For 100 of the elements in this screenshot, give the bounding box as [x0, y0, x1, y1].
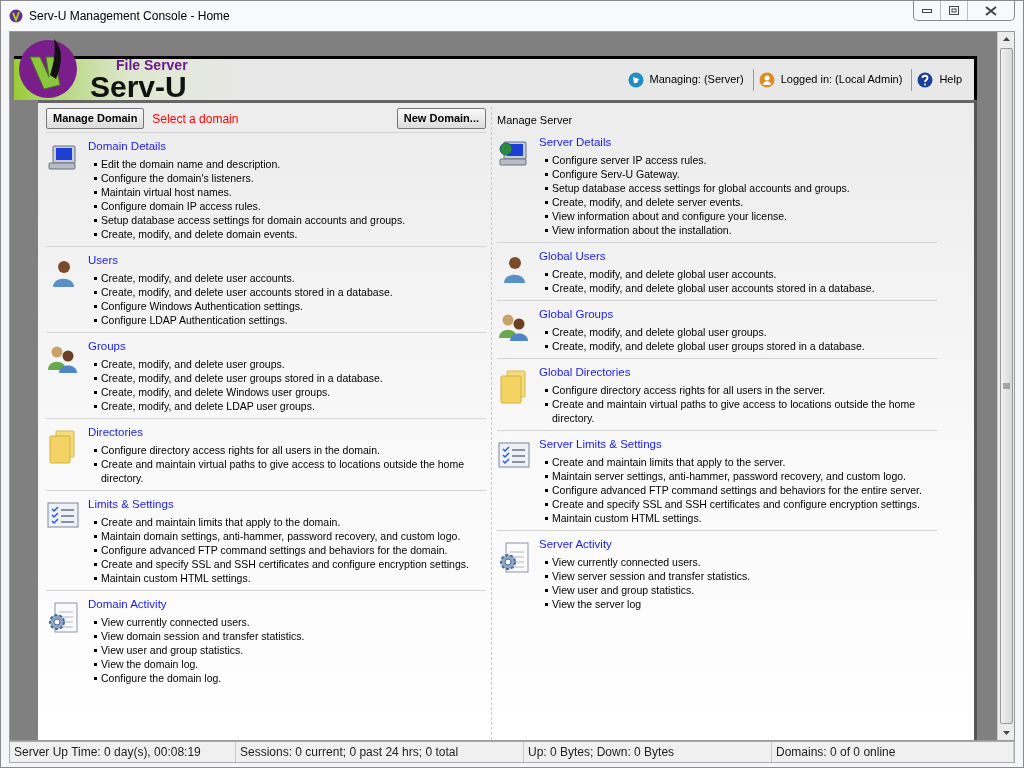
help-icon [917, 71, 934, 88]
bullet-icon [94, 635, 97, 638]
bullet-icon [94, 677, 97, 680]
user-icon [501, 254, 527, 284]
section-item: Configure the domain log. [101, 671, 222, 685]
section-heading: Manage Server [497, 113, 574, 128]
section-link[interactable]: Server Limits & Settings [539, 436, 662, 453]
bullet-icon [94, 521, 97, 524]
section-link[interactable]: Server Details [539, 134, 612, 151]
group-icon [498, 312, 530, 342]
folder-icon [48, 430, 78, 464]
bullet-icon [545, 461, 548, 464]
section-item: View currently connected users. [101, 615, 250, 629]
section-link[interactable]: Global Users [539, 248, 606, 265]
bullet-icon [94, 577, 97, 580]
section-item: Configure domain IP access rules. [101, 199, 261, 213]
bullet-icon [94, 277, 97, 280]
section-item: Maintain domain settings, anti-hammer, password recovery, and custom logo. [101, 529, 461, 543]
bullet-icon [94, 405, 97, 408]
checklist-icon [498, 442, 530, 468]
bullet-icon [545, 159, 548, 162]
status-text: Domains: 0 of 0 online [772, 742, 1014, 762]
new-domain-button[interactable]: New Domain... [396, 108, 486, 129]
section-link[interactable]: Directories [88, 424, 143, 441]
manage-domain-button[interactable]: Manage Domain [46, 108, 145, 129]
section-item: Configure LDAP Authentication settings. [101, 313, 288, 327]
section-item: Maintain server settings, anti-hammer, password recovery, and custom logo. [552, 469, 907, 483]
section-link[interactable]: Global Directories [539, 364, 631, 381]
monitor-icon [47, 144, 79, 172]
user-icon [50, 258, 76, 288]
checklist-icon [47, 502, 79, 528]
user-icon [758, 71, 775, 88]
section-item: Configure Serv-U Gateway. [552, 167, 680, 181]
maximize-icon [949, 6, 959, 15]
section-item: Configure Windows Authentication settings. [101, 299, 303, 313]
bullet-icon [545, 229, 548, 232]
grip-icon [1002, 383, 1010, 389]
bullet-icon [545, 389, 548, 392]
bullet-icon [545, 603, 548, 606]
bullet-icon [94, 205, 97, 208]
bullet-icon [94, 177, 97, 180]
bullet-icon [94, 319, 97, 322]
status-text: Server Up Time: 0 day(s), 00:08:19 [10, 742, 236, 762]
bullet-icon [94, 305, 97, 308]
header-link[interactable]: Managing: (Server) [649, 71, 744, 88]
status-text: Sessions: 0 current; 0 past 24 hrs; 0 total [236, 742, 524, 762]
section-item: Configure server IP access rules. [552, 153, 707, 167]
section-item: Create and specify SSL and SSH certificates and configure encryption settings. [101, 557, 469, 571]
section-link[interactable]: Users [88, 252, 119, 269]
header-link[interactable]: Help [939, 71, 962, 88]
section-item: Create, modify, and delete user groups. [101, 357, 285, 371]
section-item: Configure directory access rights for all users in the domain. [101, 443, 380, 457]
bullet-icon [545, 345, 548, 348]
header-link[interactable]: Logged in: (Local Admin) [780, 71, 903, 88]
bullet-icon [94, 535, 97, 538]
section-item: View currently connected users. [552, 555, 701, 569]
section-item: View the domain log. [101, 657, 199, 671]
bullet-icon [545, 561, 548, 564]
section-item: Create, modify, and delete Windows user groups. [101, 385, 331, 399]
section-link[interactable]: Domain Activity [88, 596, 167, 613]
section-item: Maintain custom HTML settings. [552, 511, 702, 525]
section-item: Create and specify SSL and SSH certificates and configure encryption settings. [552, 497, 920, 511]
bullet-icon [545, 403, 548, 406]
gear-document-icon [498, 542, 530, 574]
logo-name: Serv-U [90, 71, 187, 102]
section-item: Configure advanced FTP command settings and behaviors for the entire server. [552, 483, 922, 497]
close-icon [985, 5, 997, 16]
section-item: Create and maintain limits that apply to the domain. [101, 515, 341, 529]
section-item: View user and group statistics. [552, 583, 695, 597]
section-item: Create, modify, and delete user accounts. [101, 271, 295, 285]
section-link[interactable]: Global Groups [539, 306, 614, 323]
bullet-icon [94, 563, 97, 566]
bullet-icon [545, 331, 548, 334]
server-globe-icon [498, 140, 530, 168]
section-item: Create, modify, and delete server events. [552, 195, 744, 209]
section-item: Configure the domain's listeners. [101, 171, 254, 185]
section-item: View user and group statistics. [101, 643, 244, 657]
bullet-icon [94, 391, 97, 394]
section-item: Create, modify, and delete user groups stored in a database. [101, 371, 383, 385]
section-item: Create and maintain virtual paths to give access to locations outside the home directory. [552, 397, 917, 425]
section-item: Configure advanced FTP command settings and behaviors for the domain. [101, 543, 448, 557]
bullet-icon [545, 201, 548, 204]
bullet-icon [545, 489, 548, 492]
status-text: Up: 0 Bytes; Down: 0 Bytes [524, 742, 772, 762]
bullet-icon [545, 517, 548, 520]
section-item: View the server log [552, 597, 642, 611]
section-link[interactable]: Server Activity [539, 536, 612, 553]
bullet-icon [545, 187, 548, 190]
bullet-icon [94, 363, 97, 366]
section-link[interactable]: Groups [88, 338, 126, 355]
bullet-icon [94, 621, 97, 624]
section-item: Create, modify, and delete global user accounts stored in a database. [552, 281, 875, 295]
bullet-icon [545, 475, 548, 478]
section-link[interactable]: Domain Details [88, 138, 166, 155]
section-item: Create, modify, and delete LDAP user groups. [101, 399, 315, 413]
bullet-icon [94, 233, 97, 236]
section-link[interactable]: Limits & Settings [88, 496, 174, 513]
section-item: Configure directory access rights for all users in the server. [552, 383, 826, 397]
section-item: Create, modify, and delete global user groups stored in a database. [552, 339, 865, 353]
folder-icon [499, 370, 529, 404]
